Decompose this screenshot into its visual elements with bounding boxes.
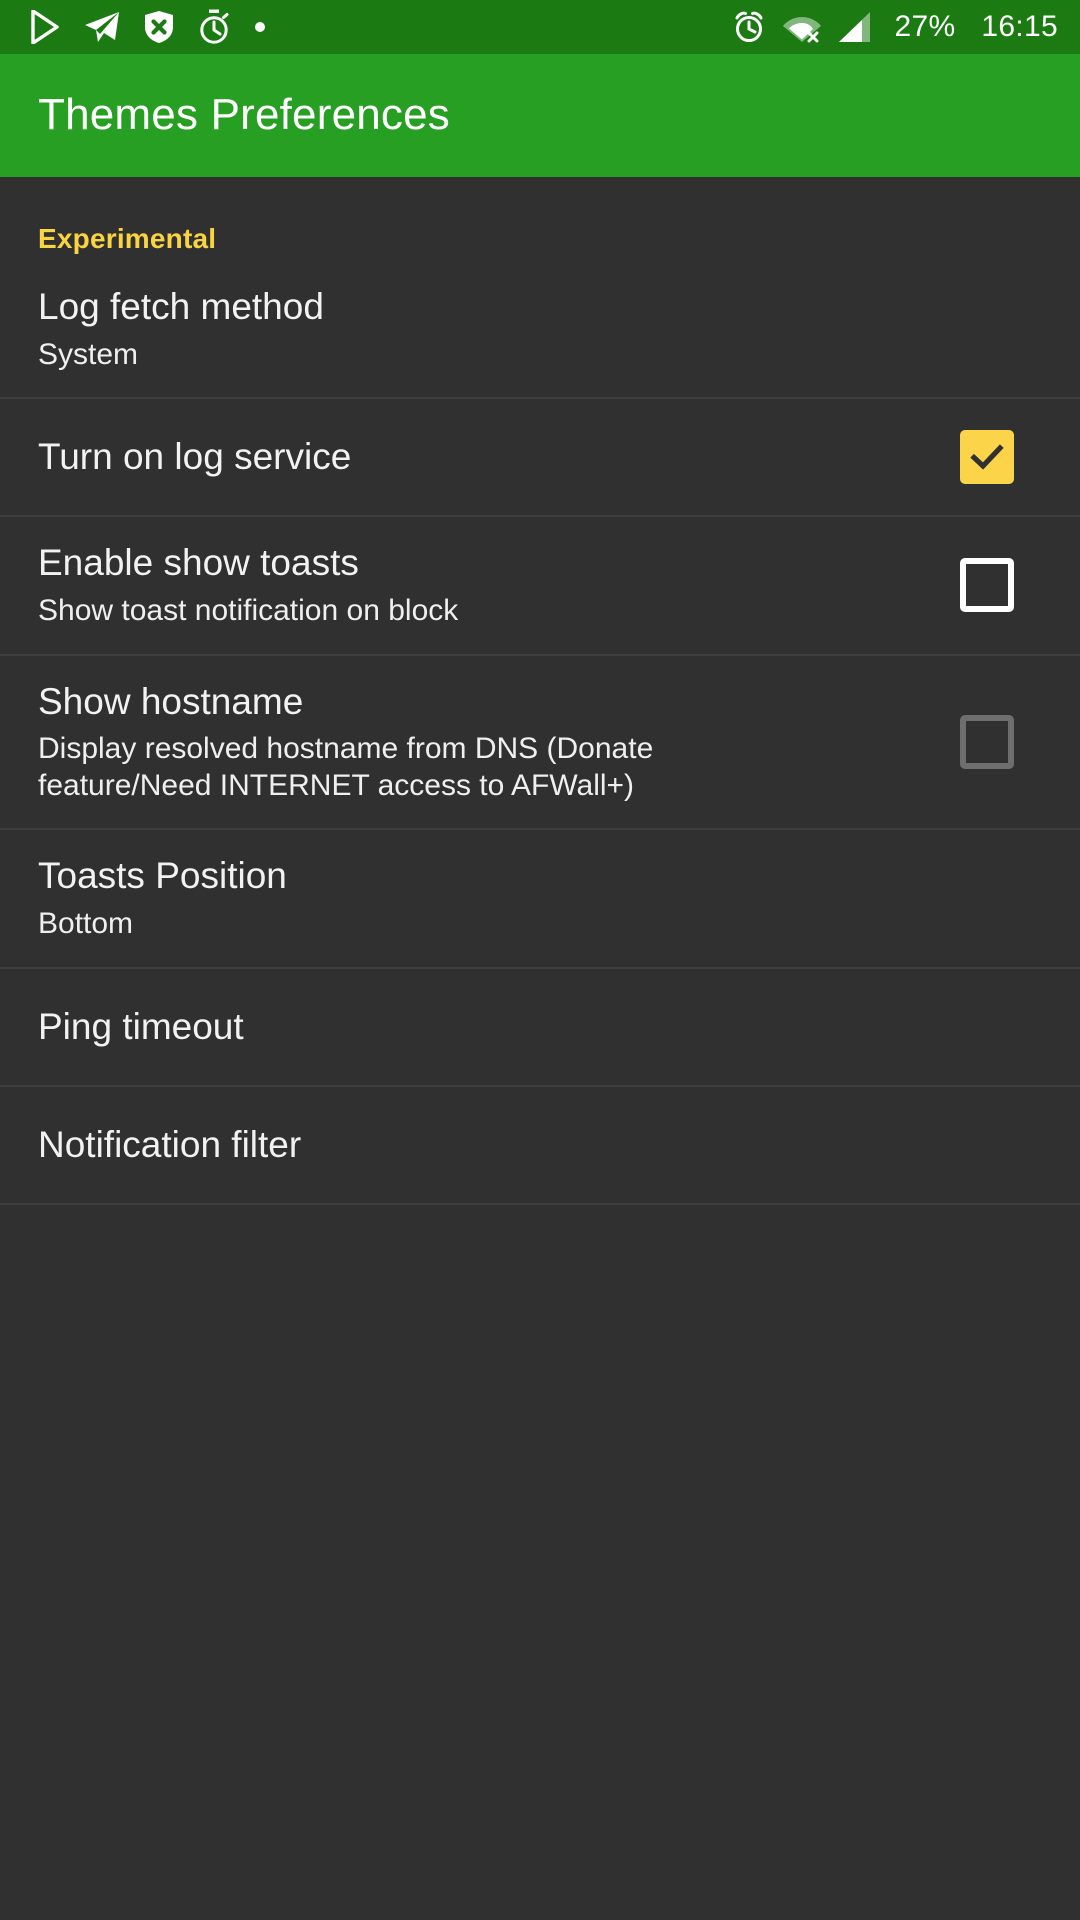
stopwatch-icon [198, 9, 230, 45]
section-header-experimental: Experimental [38, 223, 217, 254]
pref-summary: Display resolved hostname from DNS (Dona… [38, 732, 654, 802]
battery-percent-label: 27% [894, 10, 956, 43]
status-bar-notification-icons [30, 9, 732, 45]
pref-title: Log fetch method [38, 286, 324, 327]
pref-summary: Bottom [38, 907, 134, 940]
pref-summary: System [38, 337, 139, 371]
wifi-disconnected-icon [782, 11, 822, 43]
pref-title: Show hostname [38, 680, 304, 722]
page-title: Themes Preferences [38, 90, 450, 140]
pref-widget [932, 558, 1042, 613]
pref-title: Toasts Position [38, 855, 287, 897]
pref-row-enable-show-toasts[interactable]: Enable show toasts Show toast notificati… [0, 517, 1080, 656]
pref-widget [932, 430, 1042, 485]
checkbox-show-hostname[interactable] [960, 714, 1014, 769]
pref-row-turn-on-log-service[interactable]: Turn on log service [0, 399, 1080, 518]
play-store-icon [30, 10, 60, 44]
pref-title: Ping timeout [38, 1005, 244, 1047]
status-bar-system-icons: 27% 16:15 [732, 10, 1058, 44]
pref-title: Enable show toasts [38, 542, 359, 584]
pref-title: Notification filter [38, 1123, 302, 1165]
check-icon [970, 444, 1004, 470]
preferences-list: Experimental Log fetch method System Tur… [0, 177, 1080, 1920]
pref-text-block: Log fetch method System [38, 261, 1042, 397]
pref-text-block: Enable show toasts Show toast notificati… [38, 517, 932, 653]
pref-widget [932, 714, 1042, 769]
more-notifications-dot-icon [254, 21, 266, 33]
alarm-clock-icon [732, 10, 766, 44]
checkbox-turn-on-log-service[interactable] [960, 430, 1014, 485]
pref-title: Turn on log service [38, 436, 352, 478]
pref-row-toasts-position[interactable]: Toasts Position Bottom [0, 830, 1080, 969]
pref-row-notification-filter[interactable]: Notification filter [0, 1086, 1080, 1205]
pref-text-block: Show hostname Display resolved hostname … [38, 656, 932, 829]
pref-text-block: Ping timeout [38, 981, 1042, 1073]
status-bar: 27% 16:15 [0, 0, 1080, 54]
pref-text-block: Turn on log service [38, 411, 932, 503]
cellular-signal-icon [838, 11, 872, 43]
app-screen: 27% 16:15 Themes Preferences Experimenta… [0, 0, 1080, 1920]
shield-block-icon [144, 10, 174, 44]
pref-summary: Show toast notification on block [38, 593, 459, 627]
checkbox-enable-show-toasts[interactable] [960, 558, 1014, 613]
pref-row-ping-timeout[interactable]: Ping timeout [0, 968, 1080, 1087]
pref-row-show-hostname[interactable]: Show hostname Display resolved hostname … [0, 655, 1080, 831]
action-bar: Themes Preferences [0, 54, 1080, 177]
pref-row-log-fetch-method[interactable]: Log fetch method System [0, 261, 1080, 400]
pref-text-block: Notification filter [38, 1099, 1042, 1191]
status-bar-clock: 16:15 [981, 10, 1058, 43]
telegram-icon [84, 11, 120, 43]
pref-text-block: Toasts Position Bottom [38, 830, 1042, 966]
